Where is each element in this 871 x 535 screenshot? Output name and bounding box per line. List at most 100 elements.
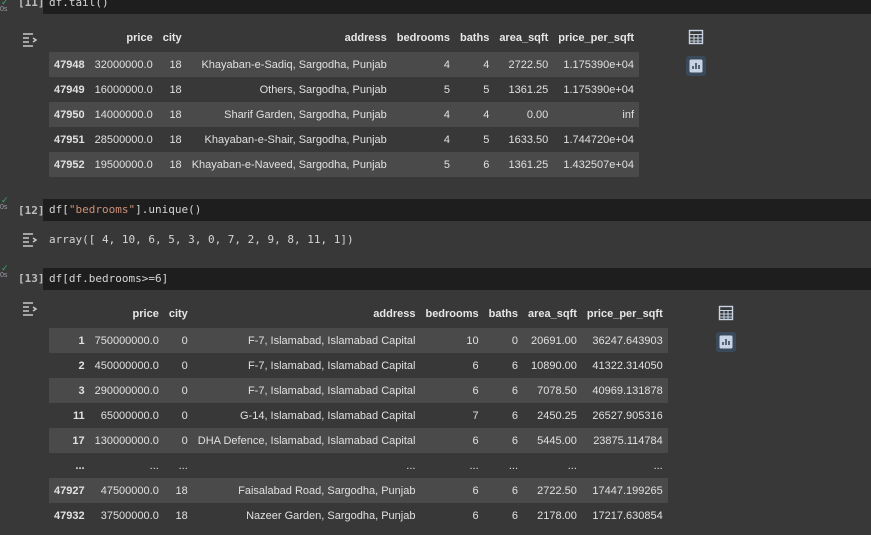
table-cell: 6 (472, 359, 479, 372)
output-toggle-icon[interactable] (21, 32, 39, 48)
index-header (49, 24, 90, 52)
table-row: 11 65000000.0 0 G-14, Islamabad, Islamabad … (49, 403, 668, 428)
table-cell: 10 (466, 334, 479, 347)
code-text-prefix: df[ (49, 203, 69, 216)
table-view-button[interactable] (716, 303, 736, 323)
table-cell: DHA Defence, Islamabad, Islamabad Capita… (197, 434, 416, 447)
table-cell: 6 (483, 158, 490, 171)
table-cell: 41322.314050 (592, 359, 663, 372)
table-cell: 18 (169, 133, 182, 146)
table-cell: 0.00 (526, 108, 549, 121)
table-cell: ... (178, 459, 188, 472)
table-cell: 18 (175, 509, 188, 522)
table-cell: 6 (511, 409, 518, 422)
table-cell: 1361.25 (508, 158, 549, 171)
row-index: 47932 (54, 509, 85, 522)
table-cell: 1633.50 (508, 133, 549, 146)
column-header: city (168, 308, 188, 320)
output-toggle-icon[interactable] (21, 232, 39, 248)
table-icon (718, 305, 734, 321)
table-cell: 5 (443, 83, 450, 96)
table-cell: 65000000.0 (100, 409, 159, 422)
table-cell: 28500000.0 (94, 133, 153, 146)
table-cell: Others, Sargodha, Punjab (259, 83, 387, 96)
table-row: 47951 28500000.0 18 Khayaban-e-Shair, Sargo… (49, 127, 640, 152)
table-cell: 6 (511, 359, 518, 372)
table-row: 47949 16000000.0 18 Others, Sargodha, Punja… (49, 77, 640, 102)
row-index: ... (75, 459, 85, 472)
table-cell: 18 (169, 83, 182, 96)
exec-time: 0s (0, 204, 8, 211)
table-cell: 6 (472, 384, 479, 397)
table-cell: Nazeer Garden, Sargodha, Punjab (246, 509, 416, 522)
execution-count[interactable]: [11] (18, 0, 45, 9)
table-row: 47952 19500000.0 18 Khayaban-e-Naveed, Sarg… (49, 152, 640, 177)
cell-13: ✓ 0s [13] df[df.bedrooms>=6] price city ad… (0, 264, 871, 535)
table-cell: 6 (511, 509, 518, 522)
table-cell: 0 (181, 384, 188, 397)
table-row: 17 130000000.0 0 DHA Defence, Islamabad, Is… (49, 428, 668, 453)
table-cell: 1.175390e+04 (563, 83, 635, 96)
table-cell: 0 (181, 434, 188, 447)
cell-12: ✓ 0s [12] df["bedrooms"].unique() array(… (0, 196, 871, 258)
row-index: 47952 (54, 158, 85, 171)
table-cell: 2178.00 (537, 509, 577, 522)
code-editor[interactable]: df["bedrooms"].unique() (43, 199, 871, 221)
table-cell: 4 (443, 133, 450, 146)
chart-icon (689, 59, 703, 73)
table-row: 1 750000000.0 0 F-7, Islamabad, Islamabad C… (49, 328, 668, 353)
row-index: 1 (78, 334, 85, 347)
column-header: address (344, 32, 387, 44)
column-header: price_per_sqft (586, 308, 663, 320)
table-cell: 4 (483, 108, 490, 121)
table-cell: 1.744720e+04 (563, 133, 635, 146)
table-cell: 5 (483, 83, 490, 96)
row-index: 47951 (54, 133, 85, 146)
table-cell: 4 (443, 108, 450, 121)
table-cell: 1.432507e+04 (563, 158, 635, 171)
execution-count[interactable]: [12] (18, 204, 45, 217)
exec-time: 0s (0, 272, 8, 279)
code-editor[interactable]: df[df.bedrooms>=6] (43, 268, 871, 290)
table-cell: 6 (472, 484, 479, 497)
table-cell: 750000000.0 (94, 334, 159, 347)
table-cell: ... (406, 459, 416, 472)
table-cell: G-14, Islamabad, Islamabad Capital (239, 409, 416, 422)
table-cell: 6 (511, 484, 518, 497)
column-header: bedrooms (396, 32, 450, 44)
table-cell: 18 (169, 158, 182, 171)
execution-count[interactable]: [13] (18, 272, 45, 285)
table-cell: Khayaban-e-Shair, Sargodha, Punjab (204, 133, 387, 146)
column-header: city (162, 32, 182, 44)
output-toggle-icon[interactable] (21, 301, 39, 317)
table-row: 47932 37500000.0 18 Nazeer Garden, Sargodha… (49, 503, 668, 528)
row-index: 47949 (54, 83, 85, 96)
dataframe-table: price city address bedrooms baths area_sqft pr… (49, 300, 668, 528)
chart-suggest-button[interactable] (716, 332, 736, 352)
table-cell: 450000000.0 (94, 359, 159, 372)
column-header: area_sqft (499, 32, 549, 44)
table-cell: Khayaban-e-Naveed, Sargodha, Punjab (191, 158, 387, 171)
column-header: price (126, 32, 153, 44)
column-header: price_per_sqft (558, 32, 635, 44)
table-view-button[interactable] (686, 27, 706, 47)
table-cell: 0 (181, 359, 188, 372)
table-cell: Sharif Garden, Sargodha, Punjab (224, 108, 387, 121)
code-editor[interactable]: df.tail() (43, 0, 871, 14)
row-index: 17 (72, 434, 85, 447)
table-row: 3 290000000.0 0 F-7, Islamabad, Islamabad C… (49, 378, 668, 403)
chart-icon (719, 335, 733, 349)
table-cell: 2450.25 (537, 409, 577, 422)
table-cell: 5 (483, 133, 490, 146)
table-cell: ... (469, 459, 479, 472)
code-text-suffix: ].unique() (135, 203, 202, 216)
table-cell: 16000000.0 (94, 83, 153, 96)
table-cell: F-7, Islamabad, Islamabad Capital (247, 384, 416, 397)
table-cell: ... (653, 459, 663, 472)
index-header (49, 300, 90, 328)
column-header: baths (488, 308, 518, 320)
table-cell: 32000000.0 (94, 58, 153, 71)
table-cell: 19500000.0 (94, 158, 153, 171)
chart-suggest-button[interactable] (686, 56, 706, 76)
row-index: 47948 (54, 58, 85, 71)
